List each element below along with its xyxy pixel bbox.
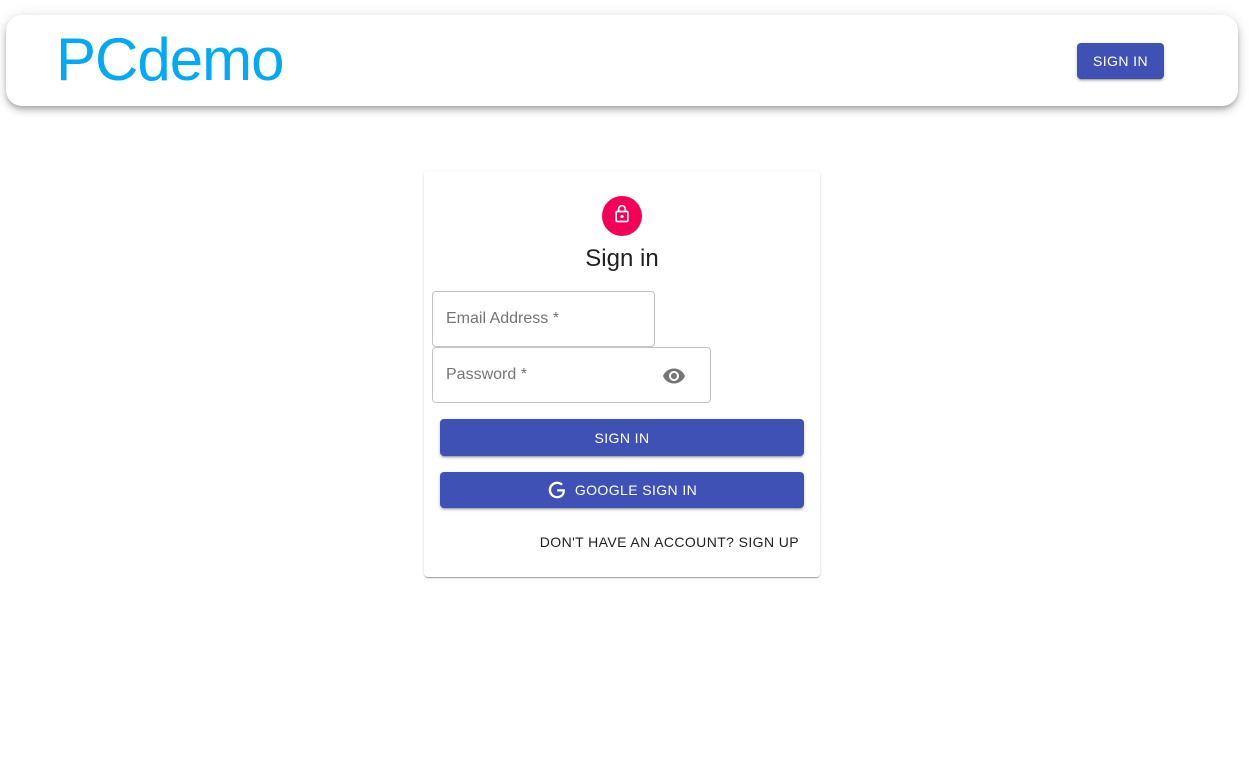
brand-logo[interactable]: PCdemo (56, 26, 284, 94)
eye-icon[interactable] (662, 364, 686, 388)
lock-icon (612, 204, 632, 229)
email-input[interactable] (446, 292, 641, 346)
sign-in-submit-button[interactable]: SIGN IN (440, 419, 804, 456)
google-sign-in-button[interactable]: GOOGLE SIGN IN (440, 472, 804, 508)
lock-avatar (602, 196, 642, 236)
google-icon (547, 480, 567, 500)
app-bar: PCdemo SIGN IN (6, 15, 1238, 106)
google-sign-in-label: GOOGLE SIGN IN (574, 482, 698, 498)
password-input[interactable] (446, 348, 646, 402)
header-sign-in-button[interactable]: SIGN IN (1077, 43, 1164, 79)
sign-in-title: Sign in (585, 245, 659, 272)
sign-up-link[interactable]: DON'T HAVE AN ACCOUNT? SIGN UP (529, 530, 799, 554)
sign-in-card: Sign in SIGN IN GOOGLE SIGN IN DON'T HAV… (424, 171, 820, 577)
email-field[interactable] (432, 291, 655, 347)
password-field[interactable] (432, 347, 711, 403)
